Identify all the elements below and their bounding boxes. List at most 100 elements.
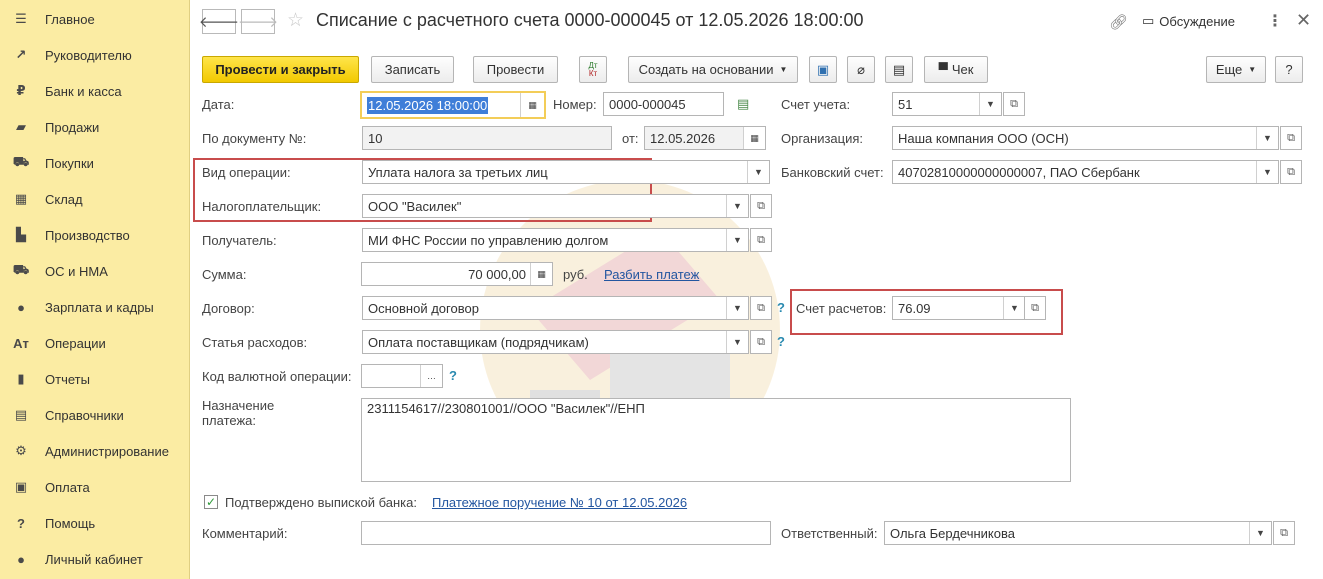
sidebar-item-3[interactable]: ₽ Банк и касса — [0, 73, 190, 109]
contract-open-icon[interactable]: ⧉ — [750, 296, 772, 320]
discussion-button[interactable]: ▭ Обсуждение — [1142, 13, 1235, 29]
more-button[interactable]: Еще ▼ — [1206, 56, 1266, 83]
payment-order-link[interactable]: Платежное поручение № 10 от 12.05.2026 — [432, 495, 687, 510]
account-open-icon[interactable]: ⧉ — [1003, 92, 1025, 116]
expense-open-icon[interactable]: ⧉ — [750, 330, 772, 354]
account-dropdown-icon[interactable]: ▼ — [979, 93, 1001, 115]
create-based-on-button[interactable]: Создать на основании ▼ — [628, 56, 798, 83]
account-field[interactable]: 51 ▼ — [892, 92, 1002, 116]
settlement-dropdown-icon[interactable]: ▼ — [1003, 297, 1025, 319]
taxpayer-dropdown-icon[interactable]: ▼ — [726, 195, 748, 217]
sidebar-item-12[interactable]: ▤ Справочники — [0, 397, 190, 433]
from-label: от: — [622, 131, 639, 146]
post-and-close-button[interactable]: Провести и закрыть — [202, 56, 359, 83]
operation-dropdown-icon[interactable]: ▼ — [747, 161, 769, 183]
recipient-open-icon[interactable]: ⧉ — [750, 228, 772, 252]
sum-field[interactable]: 70 000,00 ▦ — [361, 262, 553, 286]
help-button[interactable]: ? — [1275, 56, 1303, 83]
warehouse-icon: ▦ — [14, 191, 28, 206]
sidebar-item-5[interactable]: ⛟ Покупки — [0, 145, 190, 181]
calculator-icon[interactable]: ▦ — [530, 263, 552, 285]
bar-chart-icon: ▮ — [17, 371, 25, 386]
contract-help-icon[interactable]: ? — [777, 300, 785, 315]
split-payment-link[interactable]: Разбить платеж — [604, 267, 699, 282]
sidebar-item-4[interactable]: ▰ Продажи — [0, 109, 190, 145]
bank-dropdown-icon[interactable]: ▼ — [1256, 161, 1278, 183]
sidebar-item-15[interactable]: ? Помощь — [0, 505, 190, 541]
save-button[interactable]: Записать — [371, 56, 454, 83]
factory-icon: ▙ — [16, 227, 26, 242]
sidebar-item-label: Склад — [45, 191, 83, 207]
sidebar-item-9[interactable]: ● Зарплата и кадры — [0, 289, 190, 325]
recipient-value: МИ ФНС России по управлению долгом — [368, 232, 609, 248]
settlement-open-icon[interactable]: ⧉ — [1024, 296, 1046, 320]
expense-help-icon[interactable]: ? — [777, 334, 785, 349]
operation-field[interactable]: Уплата налога за третьих лиц ▼ — [362, 160, 770, 184]
org-dropdown-icon[interactable]: ▼ — [1256, 127, 1278, 149]
sidebar-item-10[interactable]: Aᴛ Операции — [0, 325, 190, 361]
close-icon[interactable]: ✕ — [1296, 10, 1311, 31]
settlement-label: Счет расчетов: — [796, 301, 887, 316]
sidebar-item-6[interactable]: ▦ Склад — [0, 181, 190, 217]
print-list-button[interactable]: ▤ — [885, 56, 913, 83]
sidebar: ☰ Главное ↗ Руководителю ₽ Банк и касса ▰ Прода… — [0, 0, 190, 579]
settlement-field[interactable]: 76.09 ▼ — [892, 296, 1026, 320]
more-menu-icon[interactable]: ⋮ — [1267, 11, 1283, 31]
structure-button[interactable]: ▣ — [809, 56, 837, 83]
sidebar-item-11[interactable]: ▮ Отчеты — [0, 361, 190, 397]
org-field[interactable]: Наша компания ООО (ОСН) ▼ — [892, 126, 1279, 150]
forward-button[interactable]: 🡒 — [238, 9, 278, 34]
link-icon[interactable]: 🔗︎ — [1109, 13, 1128, 31]
contract-field[interactable]: Основной договор ▼ — [362, 296, 749, 320]
post-button[interactable]: Провести — [473, 56, 558, 83]
recipient-field[interactable]: МИ ФНС России по управлению долгом ▼ — [362, 228, 749, 252]
responsible-open-icon[interactable]: ⧉ — [1273, 521, 1295, 545]
bank-open-icon[interactable]: ⧉ — [1280, 160, 1302, 184]
purpose-textarea[interactable]: 2311154617//230801001//ООО "Василек"//ЕН… — [361, 398, 1071, 482]
gear-icon: ⚙ — [15, 443, 27, 458]
number-field[interactable]: 0000-000045 — [603, 92, 724, 116]
sidebar-item-13[interactable]: ⚙ Администрирование — [0, 433, 190, 469]
account-icon: ● — [17, 551, 25, 567]
calendar-icon[interactable]: ▦ — [743, 127, 765, 149]
currency-op-label: Код валютной операции: — [202, 369, 352, 384]
org-open-icon[interactable]: ⧉ — [1280, 126, 1302, 150]
calendar-icon[interactable]: ▦ — [520, 93, 544, 117]
confirmed-checkbox[interactable]: ✓ — [204, 495, 218, 509]
number-history-icon[interactable]: ▤ — [737, 96, 749, 112]
bank-account-field[interactable]: 40702810000000000007, ПАО Сбербанк ▼ — [892, 160, 1279, 184]
from-date-field[interactable]: 12.05.2026 ▦ — [644, 126, 766, 150]
responsible-dropdown-icon[interactable]: ▼ — [1249, 522, 1271, 544]
taxpayer-field[interactable]: ООО "Василек" ▼ — [362, 194, 749, 218]
sidebar-item-8[interactable]: ⛟ ОС и НМА — [0, 253, 190, 289]
cart-icon: ⛟ — [12, 154, 30, 169]
account-value: 51 — [898, 96, 913, 112]
person-icon: ● — [17, 299, 25, 315]
ellipsis-icon[interactable]: … — [420, 365, 442, 387]
contract-dropdown-icon[interactable]: ▼ — [726, 297, 748, 319]
bank-account-value: 40702810000000000007, ПАО Сбербанк — [898, 164, 1140, 180]
org-label: Организация: — [781, 131, 864, 146]
sidebar-item-14[interactable]: ▣ Оплата — [0, 469, 190, 505]
more-label: Еще — [1215, 62, 1243, 77]
expense-field[interactable]: Оплата поставщикам (подрядчикам) ▼ — [362, 330, 749, 354]
comment-field[interactable] — [361, 521, 771, 545]
doc-no-field[interactable]: 10 — [362, 126, 612, 150]
sidebar-item-2[interactable]: ↗ Руководителю — [0, 37, 190, 73]
recipient-dropdown-icon[interactable]: ▼ — [726, 229, 748, 251]
attach-button[interactable]: ⌀ — [847, 56, 875, 83]
back-button[interactable]: 🡐 — [199, 9, 239, 34]
sidebar-item-1[interactable]: ☰ Главное — [0, 1, 190, 37]
dt-kt-button[interactable]: Дт Кт — [579, 56, 607, 83]
currency-op-field[interactable]: … — [361, 364, 443, 388]
sidebar-item-16[interactable]: ● Личный кабинет — [0, 541, 190, 577]
date-field[interactable]: 12.05.2026 18:00:00 ▦ — [360, 91, 546, 119]
expense-dropdown-icon[interactable]: ▼ — [726, 331, 748, 353]
responsible-field[interactable]: Ольга Бердечникова ▼ — [884, 521, 1272, 545]
check-button[interactable]: ▀ Чек — [924, 56, 988, 83]
taxpayer-open-icon[interactable]: ⧉ — [750, 194, 772, 218]
star-icon[interactable]: ☆ — [287, 9, 304, 32]
contract-value: Основной договор — [368, 300, 479, 316]
currency-op-help-icon[interactable]: ? — [449, 368, 457, 383]
sidebar-item-7[interactable]: ▙ Производство — [0, 217, 190, 253]
